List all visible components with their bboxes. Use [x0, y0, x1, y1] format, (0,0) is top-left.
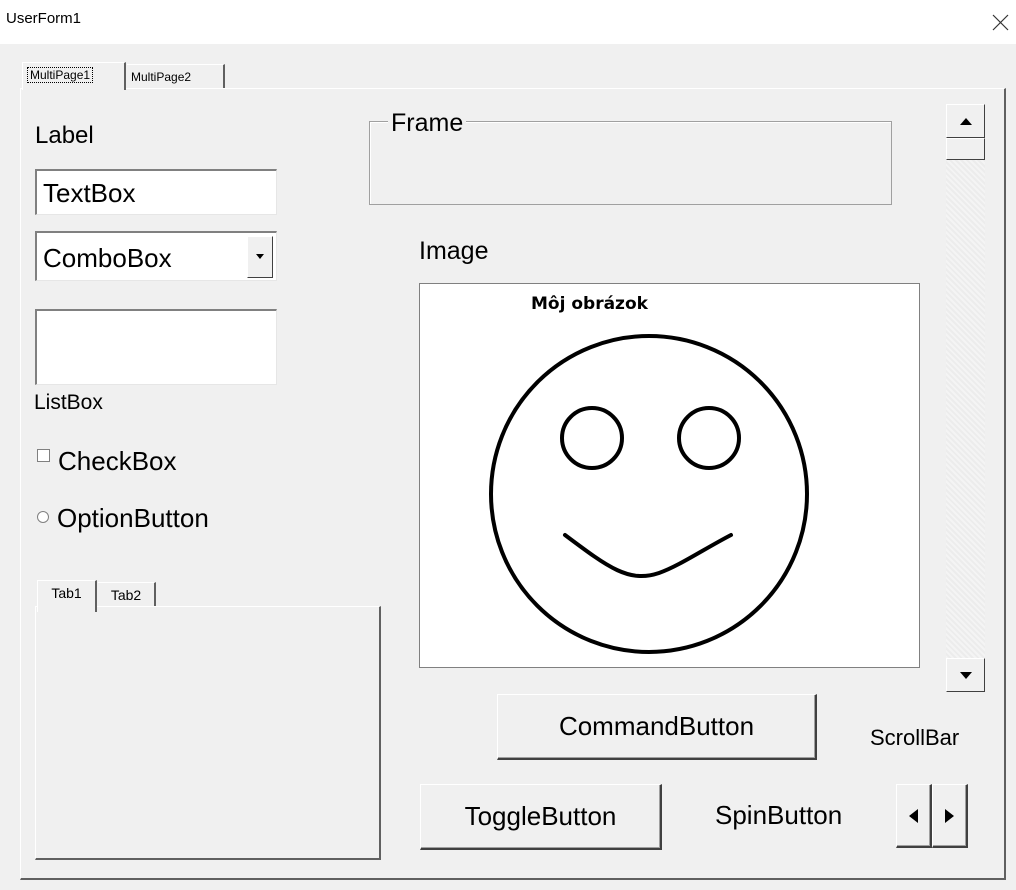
combobox[interactable]: ComboBox [35, 231, 277, 281]
frame-caption: Frame [388, 109, 467, 138]
left-eye [560, 406, 624, 470]
tab-tab1[interactable]: Tab1 [37, 580, 97, 612]
mouth [563, 533, 733, 579]
close-icon [992, 14, 1009, 31]
checkbox-label: CheckBox [58, 446, 177, 476]
vertical-scrollbar[interactable] [946, 104, 985, 692]
checkbox-box[interactable] [37, 449, 50, 462]
textbox-input[interactable]: TextBox [35, 169, 277, 215]
scroll-thumb[interactable] [946, 138, 985, 160]
command-button-label: CommandButton [558, 711, 755, 741]
option-button-label: OptionButton [57, 503, 209, 533]
arrow-up-icon [959, 117, 972, 125]
radio-circle[interactable] [37, 510, 49, 523]
image-label: Image [419, 237, 489, 265]
chevron-down-icon [256, 254, 264, 259]
face-outline [489, 334, 809, 654]
arrow-right-icon [945, 808, 954, 823]
spin-left-button[interactable] [896, 784, 932, 848]
scroll-down-button[interactable] [946, 658, 985, 692]
combobox-dropdown-button[interactable] [247, 236, 273, 278]
option-button[interactable]: OptionButton [35, 503, 209, 534]
tab-tab2[interactable]: Tab2 [98, 582, 156, 606]
window-title: UserForm1 [6, 10, 82, 27]
tab-multipage1-label: MultiPage1 [27, 67, 94, 83]
tab-multipage2[interactable]: MultiPage2 [127, 64, 225, 88]
smiley-face-image [489, 334, 809, 654]
command-button[interactable]: CommandButton [497, 694, 817, 760]
label-control: Label [35, 122, 94, 149]
image-caption: Môj obrázok [531, 294, 648, 314]
checkbox[interactable]: CheckBox [35, 446, 177, 477]
listbox[interactable] [35, 309, 277, 385]
tabstrip-body [35, 606, 381, 860]
spin-right-button[interactable] [932, 784, 968, 848]
tab-multipage1[interactable]: MultiPage1 [22, 62, 126, 90]
tab-tab1-label: Tab1 [51, 585, 82, 601]
combobox-value: ComboBox [43, 243, 172, 273]
close-button[interactable] [982, 4, 1016, 38]
toggle-button[interactable]: ToggleButton [420, 784, 662, 850]
toggle-button-label: ToggleButton [464, 801, 617, 831]
arrow-left-icon [909, 808, 918, 823]
right-eye [677, 406, 741, 470]
spinbutton-label: SpinButton [715, 800, 843, 830]
listbox-label: ListBox [34, 391, 103, 414]
tab-multipage2-label: MultiPage2 [131, 70, 192, 84]
arrow-down-icon [959, 671, 972, 679]
title-bar: UserForm1 [0, 0, 1016, 44]
scrollbar-label: ScrollBar [870, 725, 960, 750]
tab-tab2-label: Tab2 [110, 587, 142, 603]
scroll-up-button[interactable] [946, 104, 985, 138]
